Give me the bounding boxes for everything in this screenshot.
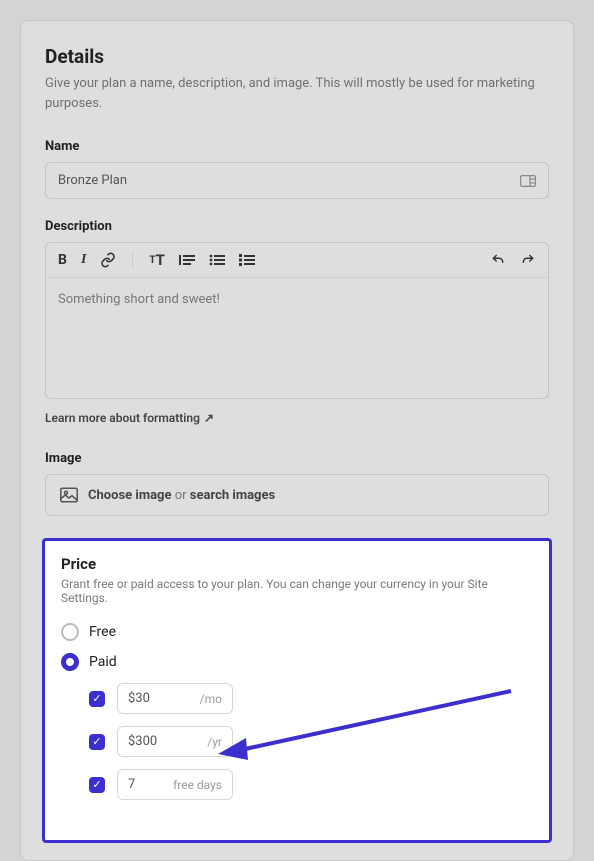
- price-subtitle: Grant free or paid access to your plan. …: [61, 577, 533, 605]
- details-card: Details Give your plan a name, descripti…: [20, 20, 574, 861]
- toolbar-separator: [132, 251, 133, 269]
- price-section: Price Grant free or paid access to your …: [42, 538, 552, 843]
- price-title: Price: [61, 555, 533, 573]
- checkbox-yearly[interactable]: ✓: [89, 734, 105, 750]
- image-or-text: or: [175, 488, 187, 503]
- radio-paid-control[interactable]: [61, 653, 79, 671]
- input-monthly[interactable]: $30 /mo: [117, 683, 233, 714]
- bold-button[interactable]: B: [58, 252, 67, 268]
- checkbox-monthly[interactable]: ✓: [89, 691, 105, 707]
- input-trial[interactable]: 7 free days: [117, 769, 233, 800]
- italic-button[interactable]: I: [81, 252, 86, 268]
- card-icon: [520, 175, 536, 187]
- radio-paid-label: Paid: [89, 654, 117, 670]
- name-input-value: Bronze Plan: [58, 173, 127, 188]
- price-row-trial: ✓ 7 free days: [89, 769, 533, 800]
- image-picker[interactable]: Choose image or search images: [45, 474, 549, 516]
- learn-more-link[interactable]: Learn more about formatting ↗: [45, 411, 214, 425]
- text-size-button[interactable]: TT: [149, 251, 165, 269]
- name-label: Name: [45, 139, 549, 154]
- link-button[interactable]: [100, 252, 116, 268]
- image-icon: [60, 487, 78, 503]
- details-title: Details: [45, 45, 549, 68]
- radio-paid[interactable]: Paid: [61, 653, 533, 671]
- quote-button[interactable]: [179, 253, 195, 267]
- radio-free-label: Free: [89, 624, 116, 640]
- radio-free-control[interactable]: [61, 623, 79, 641]
- price-row-monthly: ✓ $30 /mo: [89, 683, 533, 714]
- choose-image-text: Choose image: [88, 488, 172, 503]
- editor-toolbar: B I TT: [46, 243, 548, 278]
- details-subtitle: Give your plan a name, description, and …: [45, 74, 549, 113]
- redo-button[interactable]: [520, 253, 536, 267]
- radio-free[interactable]: Free: [61, 623, 533, 641]
- search-images-text: search images: [190, 488, 275, 503]
- paid-options: ✓ $30 /mo ✓ $300 /yr ✓ 7 free days: [89, 683, 533, 800]
- external-link-icon: ↗: [204, 411, 214, 425]
- name-input[interactable]: Bronze Plan: [45, 162, 549, 199]
- numbered-list-button[interactable]: [239, 253, 255, 267]
- description-label: Description: [45, 219, 549, 234]
- price-row-yearly: ✓ $300 /yr: [89, 726, 533, 757]
- input-yearly[interactable]: $300 /yr: [117, 726, 233, 757]
- description-editor: B I TT: [45, 242, 549, 399]
- undo-button[interactable]: [490, 253, 506, 267]
- bullet-list-button[interactable]: [209, 253, 225, 267]
- image-label: Image: [45, 451, 549, 466]
- description-textarea[interactable]: Something short and sweet!: [46, 278, 548, 398]
- checkbox-trial[interactable]: ✓: [89, 777, 105, 793]
